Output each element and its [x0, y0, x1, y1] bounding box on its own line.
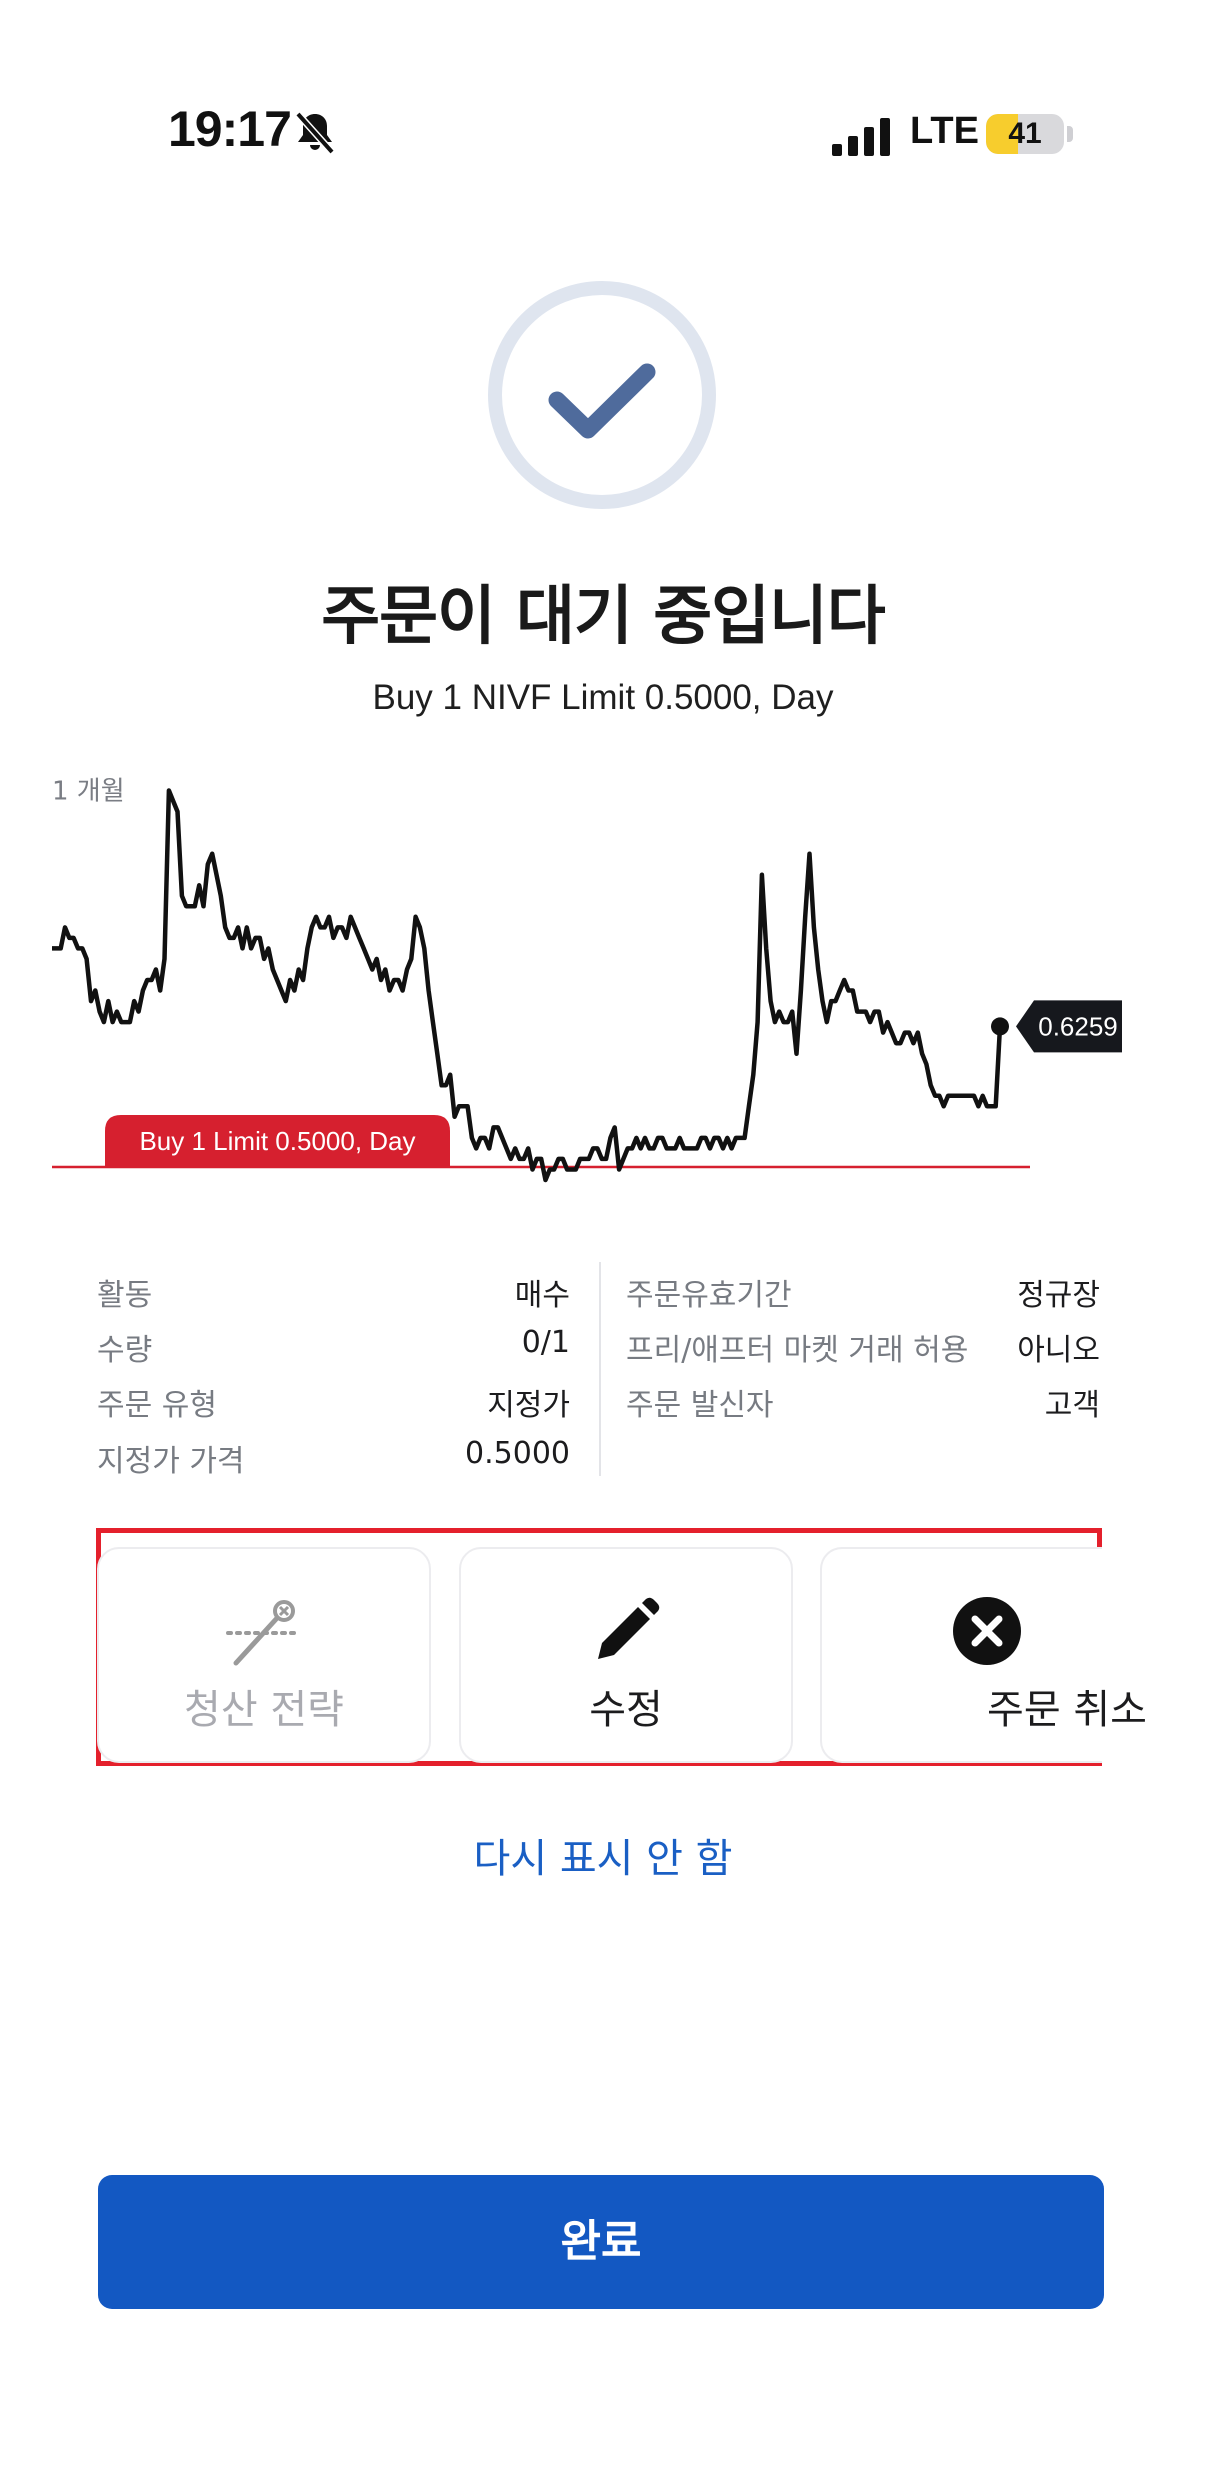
- page-title: 주문이 대기 중입니다: [321, 580, 885, 654]
- detail-label-action: 활동: [97, 1278, 153, 1313]
- detail-value-action: 매수: [514, 1278, 570, 1313]
- detail-label-order-type: 주문 유형: [97, 1388, 217, 1423]
- detail-value-limit-price: 0.5000: [465, 1436, 570, 1471]
- check-circle-icon: [488, 281, 716, 509]
- last-price-tag: 0.6259: [1016, 1000, 1122, 1053]
- dont-show-again-link[interactable]: 다시 표시 안 함: [0, 1826, 1206, 1884]
- order-tag: Buy 1 Limit 0.5000, Day: [105, 1114, 450, 1167]
- detail-value-quantity: 0/1: [521, 1325, 570, 1360]
- network-type: LTE: [910, 110, 979, 152]
- detail-label-time-in-force: 주문유효기간: [626, 1278, 792, 1313]
- cancel-order-button[interactable]: 주문 취소: [820, 1547, 1147, 1763]
- exit-strategy-button[interactable]: 청산 전략: [97, 1547, 431, 1763]
- battery-tip: [1067, 126, 1073, 142]
- status-time: 19:17: [168, 101, 292, 157]
- modify-order-label: 수정: [589, 1687, 663, 1733]
- detail-value-extended-hours: 아니오: [1017, 1333, 1100, 1368]
- detail-label-extended-hours: 프리/애프터 마켓 거래 허용: [626, 1333, 969, 1368]
- battery-icon: 41: [986, 114, 1064, 154]
- order-tag-text: Buy 1 Limit 0.5000, Day: [139, 1126, 415, 1156]
- chart-period-label: 1 개월: [52, 777, 125, 807]
- close-circle-icon: [953, 1597, 1021, 1665]
- cancel-order-label: 주문 취소: [987, 1687, 1147, 1733]
- detail-value-order-type: 지정가: [487, 1388, 570, 1423]
- last-price-dot: [991, 1017, 1009, 1036]
- last-price-value: 0.6259: [1038, 1011, 1118, 1041]
- detail-label-order-origin: 주문 발신자: [626, 1388, 774, 1423]
- detail-value-time-in-force: 정규장: [1017, 1278, 1100, 1313]
- exit-strategy-icon: [226, 1600, 298, 1666]
- price-chart: 1 개월 Buy 1 Limit 0.5000, Day 0.6259: [52, 777, 1122, 1183]
- bell-muted-icon: [295, 111, 335, 155]
- modify-order-button[interactable]: 수정: [459, 1547, 793, 1763]
- detail-label-limit-price: 지정가 가격: [97, 1444, 245, 1479]
- signal-icon: [832, 118, 890, 156]
- done-button[interactable]: 완료: [98, 2175, 1104, 2309]
- battery-level: 41: [1008, 117, 1042, 150]
- detail-label-quantity: 수량: [97, 1333, 153, 1368]
- exit-strategy-label: 청산 전략: [184, 1687, 344, 1733]
- detail-value-order-origin: 고객: [1044, 1388, 1100, 1423]
- pencil-icon: [598, 1597, 660, 1659]
- details-divider: [599, 1262, 601, 1476]
- order-summary: Buy 1 NIVF Limit 0.5000, Day: [372, 678, 834, 717]
